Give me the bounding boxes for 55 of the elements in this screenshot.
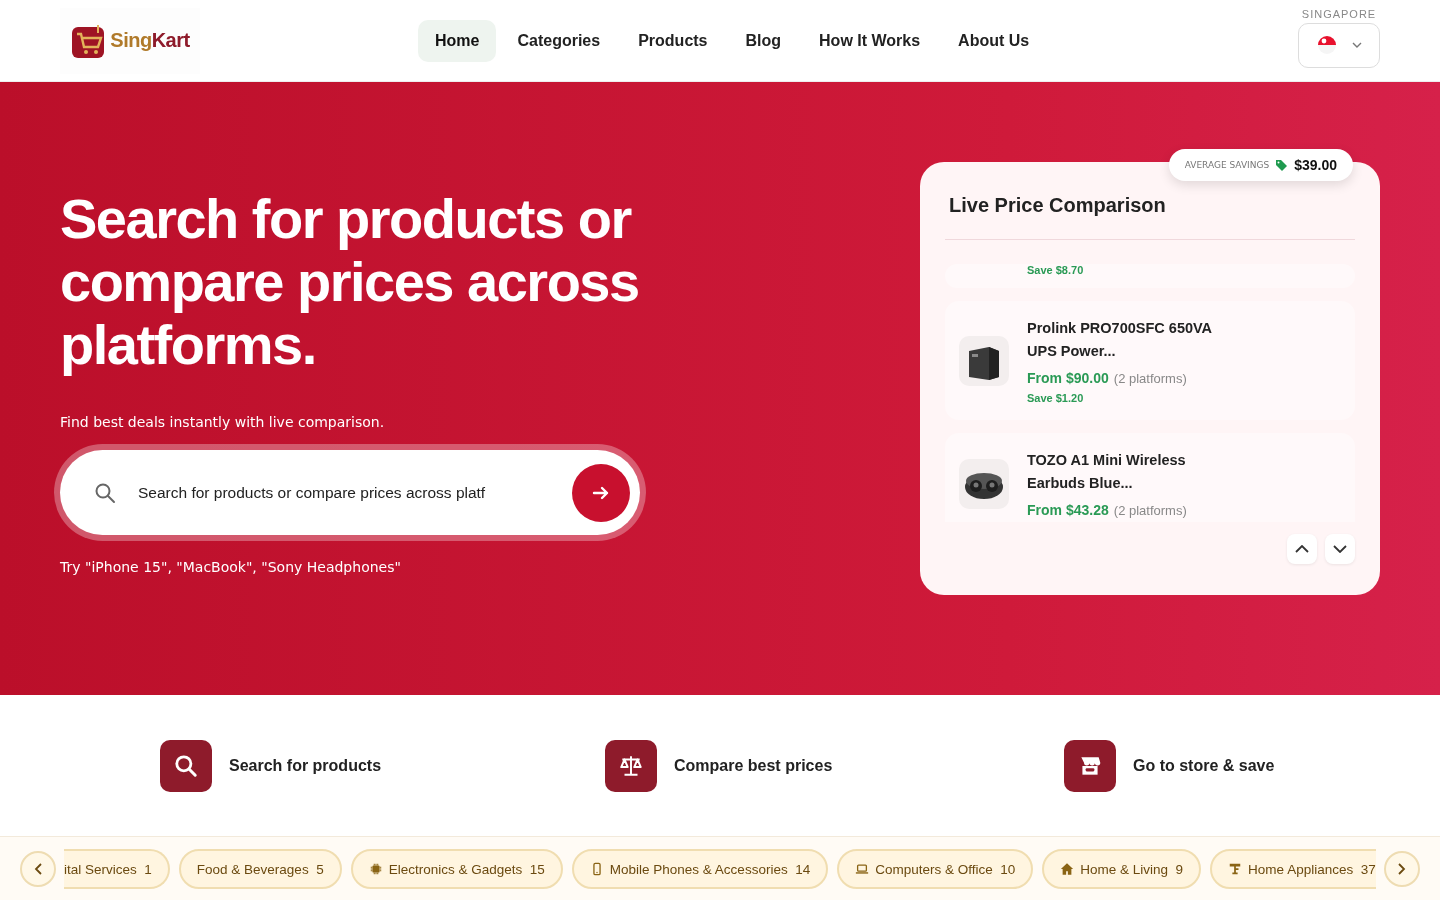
chevron-right-icon xyxy=(1398,863,1406,875)
category-chip[interactable]: ital Services 1 xyxy=(64,849,170,889)
region-label: SINGAPORE xyxy=(1301,7,1377,20)
category-chip[interactable]: Electronics & Gadgets 15 xyxy=(350,849,563,889)
hero-subtitle: Find best deals instantly with live comparison. xyxy=(60,414,386,430)
chevron-left-icon xyxy=(34,863,42,875)
product-name: Prolink PRO700SFC 650VA UPS Power... xyxy=(1027,319,1213,361)
product-item[interactable]: TOZO A1 Mini Wireless Earbuds Blue... From $43.28 (2 platforms) xyxy=(945,433,1355,522)
laptop-icon xyxy=(855,862,870,876)
scroll-right-button[interactable] xyxy=(1384,851,1420,887)
step-label: Search for products xyxy=(229,756,382,775)
saving-text: Save $8.70 xyxy=(1027,264,1084,276)
home-icon xyxy=(1060,862,1075,876)
chevron-up-icon xyxy=(1295,545,1309,553)
category-chip[interactable]: Computers & Office 10 xyxy=(837,849,1034,889)
chip-icon xyxy=(368,862,383,876)
badge-label: AVERAGE SAVINGS xyxy=(1184,160,1270,170)
step-label: Go to store & save xyxy=(1133,756,1275,775)
product-price: From $43.28 xyxy=(1027,502,1109,518)
search-input[interactable]: Search for products or compare prices across platf xyxy=(136,482,552,503)
nav-tab[interactable]: About Us xyxy=(941,19,1047,62)
logo-text[interactable]: SingKart xyxy=(110,29,190,52)
scroll-up-button[interactable] xyxy=(1287,534,1317,564)
product-price: From $90.00 xyxy=(1027,370,1109,386)
nav-tab[interactable]: Categories xyxy=(500,19,618,62)
country-select[interactable] xyxy=(1298,22,1380,68)
chevron-down-icon xyxy=(1352,42,1362,48)
category-chip[interactable]: Home & Living 9 xyxy=(1042,849,1202,889)
category-chip[interactable]: Food & Beverages 5 xyxy=(178,849,342,889)
nav-tab[interactable]: Home xyxy=(418,19,497,62)
tag-icon xyxy=(1275,158,1289,172)
appliance-icon xyxy=(1228,862,1243,876)
search-hint: Try "iPhone 15", "MacBook", "Sony Headphones" xyxy=(60,559,402,575)
nav-tab[interactable]: Products xyxy=(621,19,725,62)
badge-value: $39.00 xyxy=(1294,157,1337,173)
platform-count: (2 platforms) xyxy=(1113,503,1187,518)
category-chip[interactable]: Mobile Phones & Accessories 14 xyxy=(571,849,829,889)
chevron-down-icon xyxy=(1333,545,1347,553)
step-label: Compare best prices xyxy=(674,756,833,775)
card-title: Live Price Comparison xyxy=(945,184,1355,240)
saving-text: Save $1.20 xyxy=(1027,392,1085,404)
hero-heading: Search for products or compare prices across platforms. xyxy=(60,187,640,376)
category-chip[interactable]: Home Appliances 37 xyxy=(1210,849,1376,889)
nav-tab[interactable]: Blog xyxy=(728,19,799,62)
flag-icon xyxy=(1316,34,1338,56)
search-submit-button[interactable] xyxy=(572,463,630,522)
product-name: TOZO A1 Mini Wireless Earbuds Blue... xyxy=(1027,451,1187,493)
scroll-left-button[interactable] xyxy=(20,851,56,887)
product-item[interactable]: Prolink PRO700SFC 650VA UPS Power... From $90.00 (2 platforms) Save $1.20 xyxy=(945,301,1355,420)
search-icon xyxy=(173,752,199,779)
scroll-down-button[interactable] xyxy=(1325,534,1355,564)
platform-count: (2 platforms) xyxy=(1113,371,1187,386)
nav-tab[interactable]: How It Works xyxy=(802,19,938,62)
search-icon xyxy=(94,481,116,504)
product-item[interactable]: Save $8.70 xyxy=(945,264,1355,288)
